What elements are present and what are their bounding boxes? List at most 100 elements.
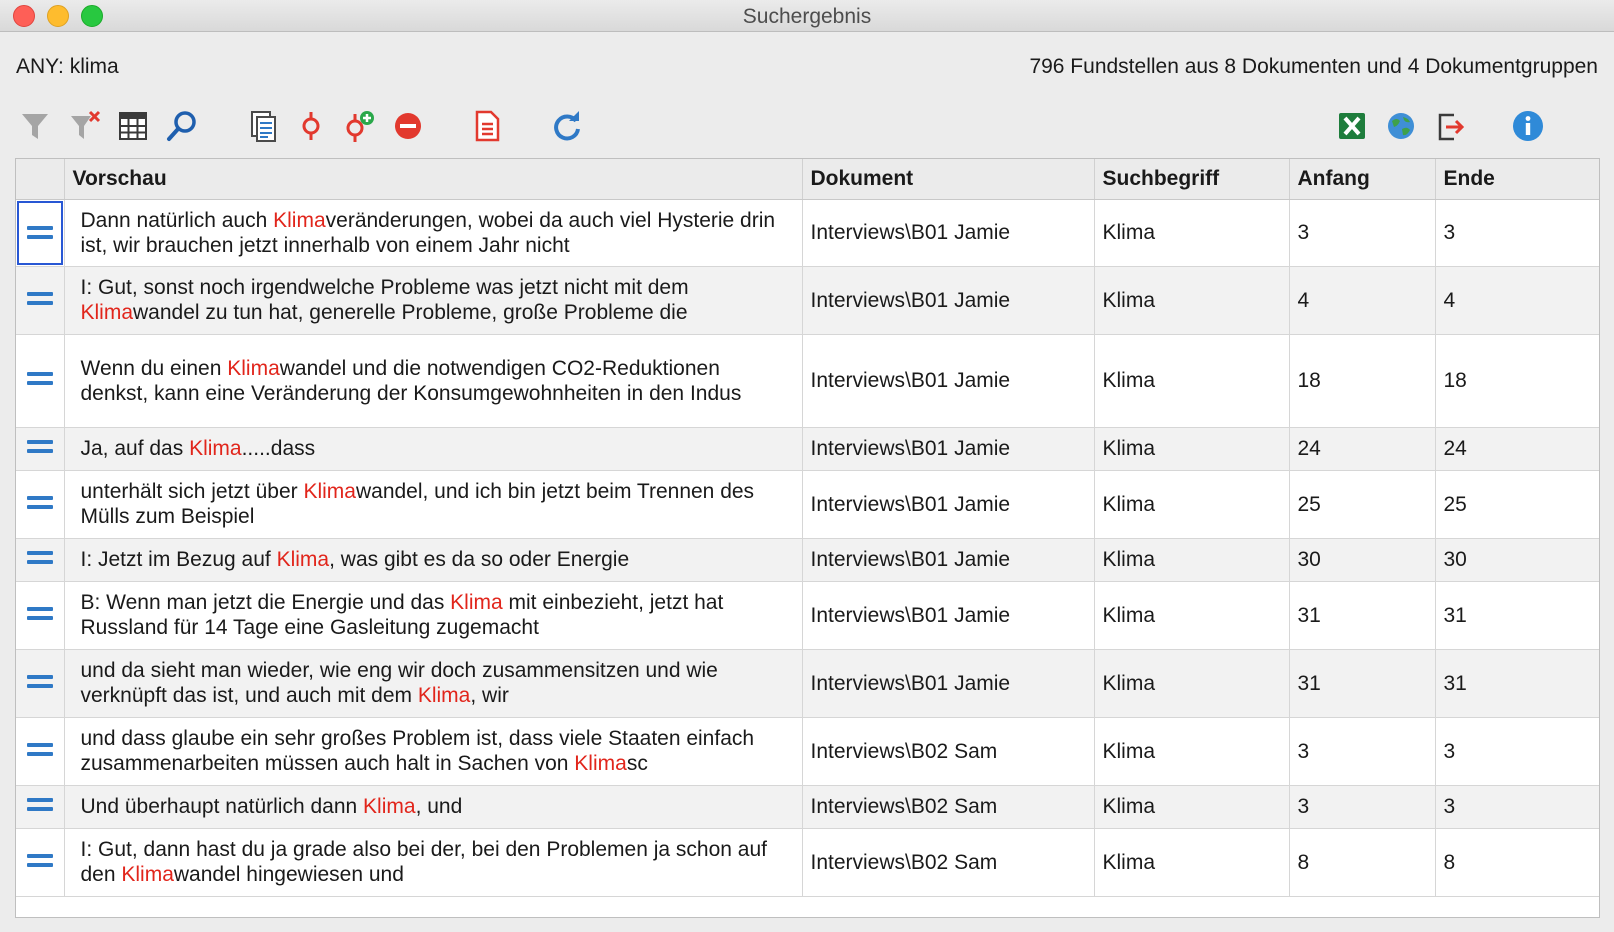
document-cell[interactable]: Interviews\B01 Jamie <box>802 470 1095 539</box>
start-cell[interactable]: 31 <box>1289 649 1436 718</box>
row-icon-cell[interactable] <box>16 828 65 897</box>
table-row[interactable]: B: Wenn man jetzt die Energie und das Kl… <box>16 581 1599 650</box>
end-cell[interactable]: 25 <box>1435 470 1599 539</box>
refresh-icon[interactable] <box>549 108 585 144</box>
document-cell[interactable]: Interviews\B02 Sam <box>802 717 1095 786</box>
start-cell[interactable]: 3 <box>1289 717 1436 786</box>
start-cell[interactable]: 3 <box>1289 785 1436 829</box>
table-row[interactable]: Und überhaupt natürlich dann Klima, und … <box>16 785 1599 829</box>
document-cell[interactable]: Interviews\B01 Jamie <box>802 538 1095 582</box>
preview-cell[interactable]: und da sieht man wieder, wie eng wir doc… <box>64 649 803 718</box>
document-list-icon[interactable] <box>245 108 281 144</box>
table-row[interactable]: und dass glaube ein sehr großes Problem … <box>16 717 1599 786</box>
end-cell[interactable]: 3 <box>1435 717 1599 786</box>
term-cell[interactable]: Klima <box>1094 427 1290 471</box>
table-row[interactable]: I: Jetzt im Bezug auf Klima, was gibt es… <box>16 538 1599 582</box>
table-row[interactable]: und da sieht man wieder, wie eng wir doc… <box>16 649 1599 718</box>
table-row[interactable]: Ja, auf das Klima.....dass Interviews\B0… <box>16 427 1599 471</box>
remove-icon[interactable] <box>390 108 426 144</box>
table-row[interactable]: unterhält sich jetzt über Klimawandel, u… <box>16 470 1599 539</box>
term-cell[interactable]: Klima <box>1094 470 1290 539</box>
term-cell[interactable]: Klima <box>1094 538 1290 582</box>
term-cell[interactable]: Klima <box>1094 581 1290 650</box>
add-code-icon[interactable] <box>341 108 377 144</box>
term-cell[interactable]: Klima <box>1094 785 1290 829</box>
start-cell[interactable]: 18 <box>1289 334 1436 428</box>
row-icon-cell[interactable] <box>16 334 65 428</box>
preview-cell[interactable]: Ja, auf das Klima.....dass <box>64 427 803 471</box>
column-header-ende[interactable]: Ende <box>1435 159 1599 200</box>
end-cell[interactable]: 8 <box>1435 828 1599 897</box>
end-cell[interactable]: 31 <box>1435 649 1599 718</box>
end-cell[interactable]: 3 <box>1435 785 1599 829</box>
end-cell[interactable]: 31 <box>1435 581 1599 650</box>
preview-cell[interactable]: und dass glaube ein sehr großes Problem … <box>64 717 803 786</box>
document-cell[interactable]: Interviews\B01 Jamie <box>802 334 1095 428</box>
start-cell[interactable]: 4 <box>1289 266 1436 335</box>
preview-cell[interactable]: Dann natürlich auch Klimaveränderungen, … <box>64 199 803 267</box>
row-icon-cell[interactable] <box>16 470 65 539</box>
report-icon[interactable] <box>469 108 505 144</box>
document-cell[interactable]: Interviews\B02 Sam <box>802 785 1095 829</box>
row-icon-cell[interactable] <box>16 199 65 267</box>
row-icon-cell[interactable] <box>16 717 65 786</box>
document-cell[interactable]: Interviews\B01 Jamie <box>802 266 1095 335</box>
filter-icon[interactable] <box>17 108 53 144</box>
preview-cell[interactable]: Und überhaupt natürlich dann Klima, und <box>64 785 803 829</box>
row-icon-cell[interactable] <box>16 581 65 650</box>
end-cell[interactable]: 30 <box>1435 538 1599 582</box>
table-row[interactable]: I: Gut, sonst noch irgendwelche Probleme… <box>16 266 1599 335</box>
search-icon[interactable] <box>164 108 200 144</box>
info-icon[interactable] <box>1510 108 1546 144</box>
preview-cell[interactable]: I: Gut, dann hast du ja grade also bei d… <box>64 828 803 897</box>
code-icon[interactable] <box>293 108 329 144</box>
preview-cell[interactable]: Wenn du einen Klimawandel und die notwen… <box>64 334 803 428</box>
document-cell[interactable]: Interviews\B01 Jamie <box>802 427 1095 471</box>
column-header-icon[interactable] <box>16 159 65 200</box>
term-cell[interactable]: Klima <box>1094 649 1290 718</box>
column-header-anfang[interactable]: Anfang <box>1289 159 1436 200</box>
start-cell[interactable]: 31 <box>1289 581 1436 650</box>
row-icon-cell[interactable] <box>16 785 65 829</box>
end-cell[interactable]: 3 <box>1435 199 1599 267</box>
term-cell[interactable]: Klima <box>1094 717 1290 786</box>
table-columns-icon[interactable] <box>115 108 151 144</box>
table-row[interactable]: I: Gut, dann hast du ja grade also bei d… <box>16 828 1599 897</box>
start-cell[interactable]: 8 <box>1289 828 1436 897</box>
preview-cell[interactable]: B: Wenn man jetzt die Energie und das Kl… <box>64 581 803 650</box>
start-cell[interactable]: 30 <box>1289 538 1436 582</box>
term-cell[interactable]: Klima <box>1094 199 1290 267</box>
document-cell[interactable]: Interviews\B01 Jamie <box>802 581 1095 650</box>
table-row[interactable]: Wenn du einen Klimawandel und die notwen… <box>16 334 1599 428</box>
column-header-suchbegriff[interactable]: Suchbegriff <box>1094 159 1290 200</box>
end-cell[interactable]: 18 <box>1435 334 1599 428</box>
column-header-vorschau[interactable]: Vorschau <box>64 159 803 200</box>
row-icon-cell[interactable] <box>16 649 65 718</box>
term-cell[interactable]: Klima <box>1094 828 1290 897</box>
row-icon-cell[interactable] <box>16 266 65 335</box>
end-cell[interactable]: 4 <box>1435 266 1599 335</box>
excel-export-icon[interactable] <box>1334 108 1370 144</box>
document-cell[interactable]: Interviews\B01 Jamie <box>802 649 1095 718</box>
preview-cell[interactable]: unterhält sich jetzt über Klimawandel, u… <box>64 470 803 539</box>
export-icon[interactable] <box>1433 108 1469 144</box>
row-icon-cell[interactable] <box>16 427 65 471</box>
start-cell[interactable]: 3 <box>1289 199 1436 267</box>
start-cell[interactable]: 25 <box>1289 470 1436 539</box>
column-header-dokument[interactable]: Dokument <box>802 159 1095 200</box>
row-icon-cell[interactable] <box>16 538 65 582</box>
term-cell[interactable]: Klima <box>1094 266 1290 335</box>
text-segment-icon <box>26 853 53 869</box>
results-summary: 796 Fundstellen aus 8 Dokumenten und 4 D… <box>1029 55 1598 78</box>
term-cell[interactable]: Klima <box>1094 334 1290 428</box>
preview-cell[interactable]: I: Jetzt im Bezug auf Klima, was gibt es… <box>64 538 803 582</box>
start-cell[interactable]: 24 <box>1289 427 1436 471</box>
table-row[interactable]: Dann natürlich auch Klimaveränderungen, … <box>16 199 1599 267</box>
end-cell[interactable]: 24 <box>1435 427 1599 471</box>
web-export-icon[interactable] <box>1383 108 1419 144</box>
search-hit: Klima <box>303 480 356 503</box>
document-cell[interactable]: Interviews\B01 Jamie <box>802 199 1095 267</box>
clear-filter-icon[interactable] <box>67 108 103 144</box>
document-cell[interactable]: Interviews\B02 Sam <box>802 828 1095 897</box>
preview-cell[interactable]: I: Gut, sonst noch irgendwelche Probleme… <box>64 266 803 335</box>
